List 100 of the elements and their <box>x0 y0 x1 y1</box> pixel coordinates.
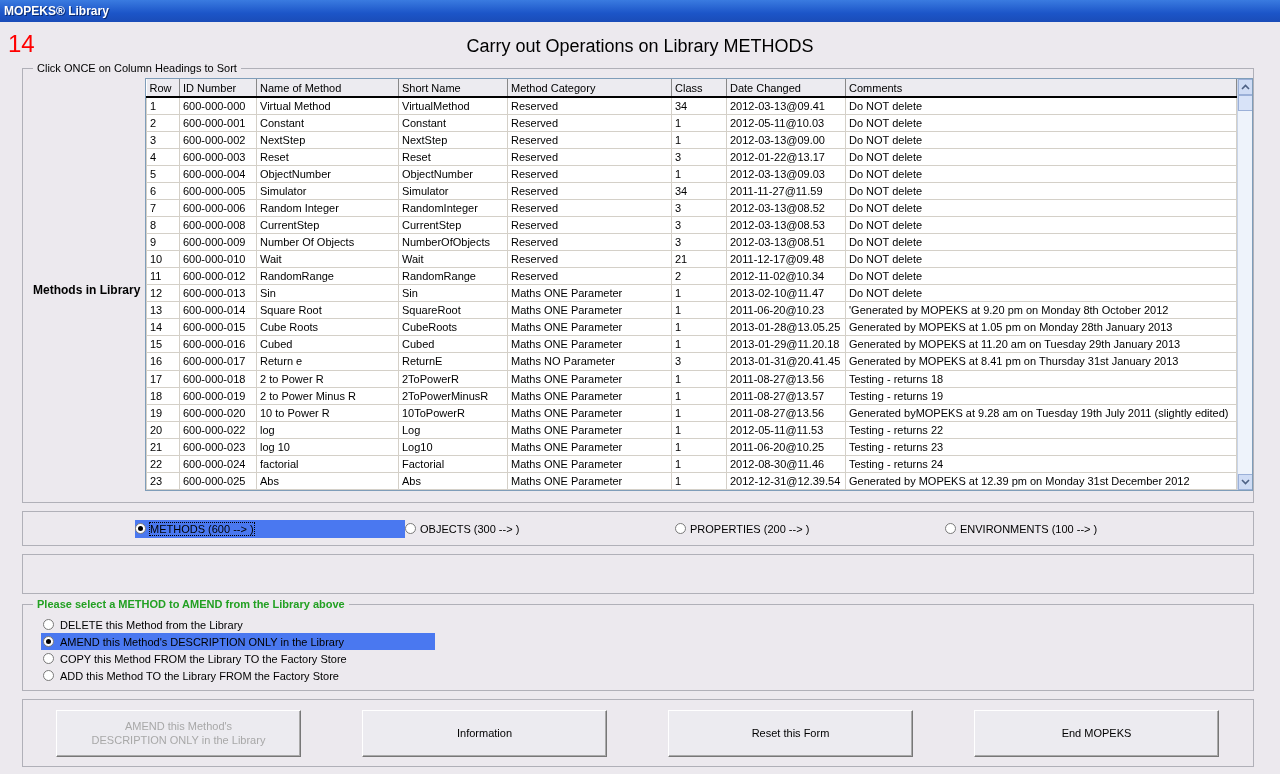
table-cell: 16 <box>146 352 180 370</box>
table-cell: Reserved <box>507 148 672 166</box>
table-cell: NumberOfObjects <box>398 233 508 251</box>
table-cell: 2013-01-31@20.41.45 <box>726 352 846 370</box>
table-cell: 600-000-023 <box>179 438 257 456</box>
scroll-thumb[interactable] <box>1238 95 1252 111</box>
table-cell: 2ToPowerR <box>398 370 508 388</box>
table-cell: 1 <box>671 421 727 439</box>
table-cell: Reset <box>256 148 399 166</box>
table-cell: 34 <box>671 182 727 200</box>
table-cell: Testing - returns 24 <box>845 455 1237 473</box>
table-cell: 3 <box>671 216 727 234</box>
table-cell: 3 <box>671 199 727 217</box>
table-cell: Do NOT delete <box>845 148 1237 166</box>
table-cell: 1 <box>671 114 727 132</box>
table-cell: 600-000-008 <box>179 216 257 234</box>
page-title: Carry out Operations on Library METHODS <box>466 36 814 57</box>
table-cell: Reserved <box>507 216 672 234</box>
action-radio[interactable]: ADD this Method TO the Library FROM the Factory Store <box>41 667 435 684</box>
table-cell: 600-000-018 <box>179 370 257 388</box>
scroll-up-icon[interactable] <box>1238 79 1252 95</box>
action-button[interactable]: Information <box>362 709 607 757</box>
table-cell: Testing - returns 22 <box>845 421 1237 439</box>
table-cell: Reserved <box>507 267 672 285</box>
action-radio[interactable]: AMEND this Method's DESCRIPTION ONLY in the Library <box>41 633 435 650</box>
table-cell: 2011-08-27@13.56 <box>726 370 846 388</box>
action-radio[interactable]: COPY this Method FROM the Library TO the Factory Store <box>41 650 435 667</box>
table-cell: log <box>256 421 399 439</box>
table-cell: ObjectNumber <box>398 165 508 183</box>
table-cell: 2013-01-28@13.05.25 <box>726 318 846 336</box>
table-cell: 2 <box>671 267 727 285</box>
table-cell: 600-000-013 <box>179 284 257 302</box>
table-cell: Sin <box>256 284 399 302</box>
table-cell: Constant <box>256 114 399 132</box>
table-cell: 3 <box>671 352 727 370</box>
column-header[interactable]: Comments <box>845 79 1237 97</box>
table-cell: Maths ONE Parameter <box>507 370 672 388</box>
table-cell: 2012-03-13@08.53 <box>726 216 846 234</box>
table-cell: 600-000-002 <box>179 131 257 149</box>
column-header[interactable]: Name of Method <box>256 79 399 97</box>
action-button[interactable]: End MOPEKS <box>974 709 1219 757</box>
table-cell: 2013-01-29@11.20.18 <box>726 335 846 353</box>
table-cell: Do NOT delete <box>845 165 1237 183</box>
table-cell: 600-000-022 <box>179 421 257 439</box>
table-cell: Maths ONE Parameter <box>507 404 672 422</box>
table-cell: Maths ONE Parameter <box>507 301 672 319</box>
table-cell: Do NOT delete <box>845 199 1237 217</box>
table-cell: Generated by MOPEKS at 11.20 am on Tuesday 29th January 2013 <box>845 335 1237 353</box>
column-header[interactable]: Short Name <box>398 79 508 97</box>
table-cell: 3 <box>146 131 180 149</box>
table-cell: 1 <box>671 472 727 490</box>
table-cell: 600-000-003 <box>179 148 257 166</box>
table-cell: Do NOT delete <box>845 216 1237 234</box>
scrollbar[interactable] <box>1237 79 1252 490</box>
table-cell: Virtual Method <box>256 97 399 115</box>
table-cell: 600-000-005 <box>179 182 257 200</box>
column-header[interactable]: Class <box>671 79 727 97</box>
table-cell: 1 <box>671 301 727 319</box>
action-button[interactable]: Reset this Form <box>668 709 913 757</box>
table-cell: 10 <box>146 250 180 268</box>
table-cell: Cubed <box>398 335 508 353</box>
table-cell: 2012-05-11@10.03 <box>726 114 846 132</box>
action-radio[interactable]: DELETE this Method from the Library <box>41 616 435 633</box>
library-type-radio[interactable]: METHODS (600 --> ) <box>135 519 405 538</box>
table-cell: NextStep <box>256 131 399 149</box>
table-cell: 2012-03-13@08.51 <box>726 233 846 251</box>
form-number: 14 <box>8 30 35 58</box>
table-cell: Testing - returns 19 <box>845 387 1237 405</box>
column-header[interactable]: Row <box>146 79 180 97</box>
table-cell: 23 <box>146 472 180 490</box>
table-cell: Simulator <box>398 182 508 200</box>
table-cell: Random Integer <box>256 199 399 217</box>
table-cell: 9 <box>146 233 180 251</box>
table-cell: 2011-06-20@10.23 <box>726 301 846 319</box>
table-cell: Number Of Objects <box>256 233 399 251</box>
table-cell: 2 <box>146 114 180 132</box>
table-cell: Do NOT delete <box>845 182 1237 200</box>
library-type-radio[interactable]: ENVIRONMENTS (100 --> ) <box>945 519 1215 538</box>
column-header[interactable]: Date Changed <box>726 79 846 97</box>
table-cell: 15 <box>146 335 180 353</box>
table-cell: Reserved <box>507 250 672 268</box>
library-type-radio[interactable]: PROPERTIES (200 --> ) <box>675 519 945 538</box>
table-cell: Generated by MOPEKS at 12.39 pm on Monday 31st December 2012 <box>845 472 1237 490</box>
table-cell: log 10 <box>256 438 399 456</box>
table-cell: 2012-11-02@10.34 <box>726 267 846 285</box>
column-header[interactable]: Method Category <box>507 79 672 97</box>
table-cell: 600-000-004 <box>179 165 257 183</box>
table-cell: 600-000-015 <box>179 318 257 336</box>
library-type-radio[interactable]: OBJECTS (300 --> ) <box>405 519 675 538</box>
table-cell: Do NOT delete <box>845 233 1237 251</box>
table-cell: 1 <box>671 335 727 353</box>
table-cell: 1 <box>671 370 727 388</box>
table-cell: Maths ONE Parameter <box>507 438 672 456</box>
table-cell: CubeRoots <box>398 318 508 336</box>
table-cell: 2013-02-10@11.47 <box>726 284 846 302</box>
scroll-down-icon[interactable] <box>1238 474 1252 490</box>
table-cell: 7 <box>146 199 180 217</box>
table-cell: Maths NO Parameter <box>507 352 672 370</box>
table-cell: Maths ONE Parameter <box>507 318 672 336</box>
column-header[interactable]: ID Number <box>179 79 257 97</box>
